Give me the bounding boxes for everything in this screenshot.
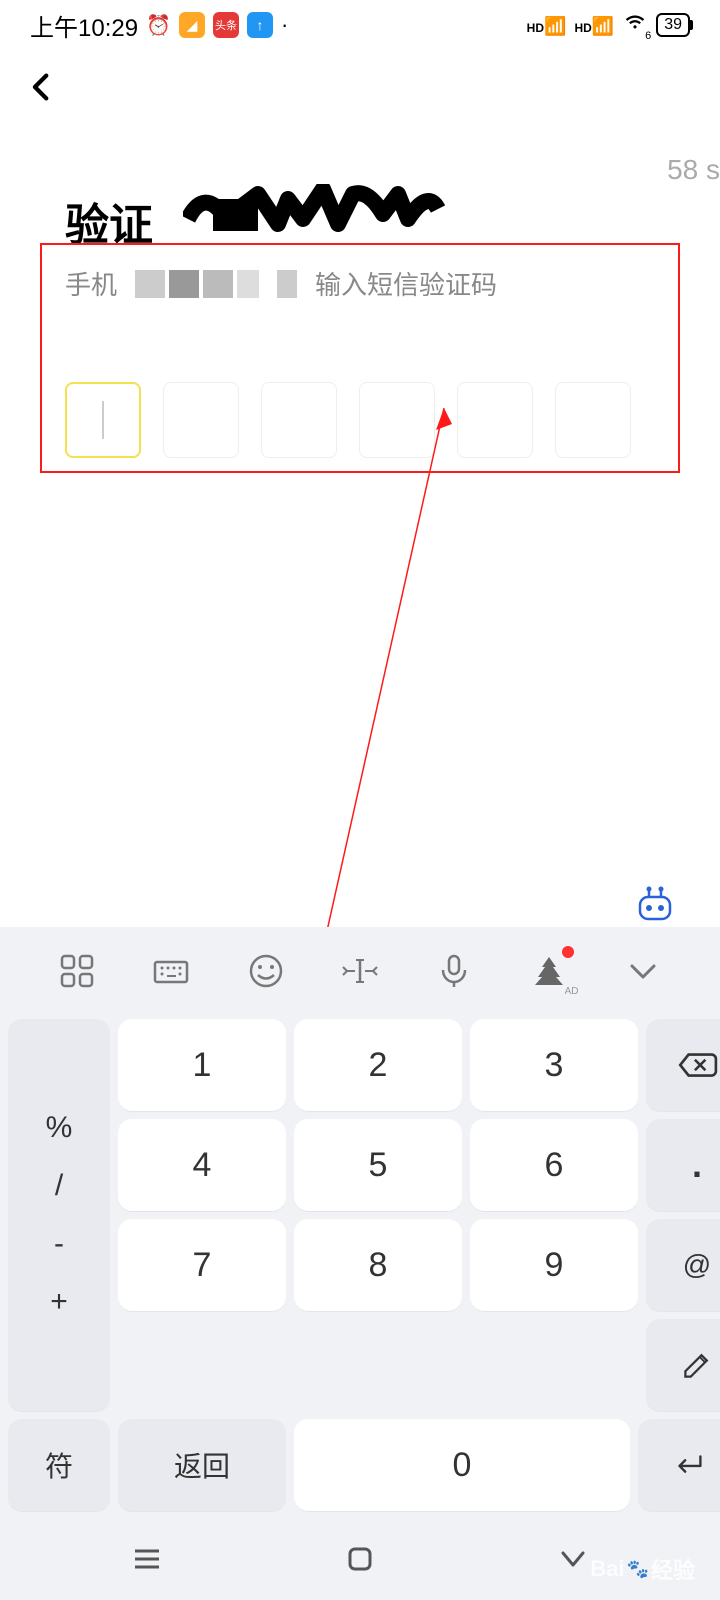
back-button[interactable] xyxy=(25,70,695,109)
status-right: HD📶 HD📶 6 39 xyxy=(527,9,690,41)
annotation-box xyxy=(40,243,680,473)
kb-layout-icon[interactable] xyxy=(55,949,99,993)
kb-key-3[interactable]: 3 xyxy=(470,1019,638,1111)
kb-key-0[interactable]: 0 xyxy=(294,1419,630,1511)
kb-key-edit[interactable] xyxy=(646,1319,720,1411)
watermark: Bai 🐾 经验 xyxy=(590,1553,695,1585)
kb-collapse-icon[interactable] xyxy=(621,949,665,993)
alarm-icon: ⏰ xyxy=(146,13,171,38)
nav-recent[interactable] xyxy=(129,1541,165,1582)
kb-key-6[interactable]: 6 xyxy=(470,1119,638,1211)
kb-cursor-move-icon[interactable] xyxy=(338,949,382,993)
wifi-icon: 6 xyxy=(622,9,648,41)
status-bar: 上午10:29 ⏰ ◢ 头条 ↑ · HD📶 HD📶 6 39 xyxy=(0,0,720,50)
battery-icon: 39 xyxy=(656,13,690,37)
kb-key-percent: % xyxy=(46,1111,73,1145)
notification-dot xyxy=(562,946,574,958)
nav-home[interactable] xyxy=(342,1541,378,1582)
status-left: 上午10:29 ⏰ ◢ 头条 ↑ · xyxy=(30,8,288,43)
hd-signal-2: HD📶 xyxy=(574,12,614,38)
kb-key-4[interactable]: 4 xyxy=(118,1119,286,1211)
kb-key-9[interactable]: 9 xyxy=(470,1219,638,1311)
kb-tree-icon[interactable]: AD xyxy=(527,949,571,993)
kb-key-1[interactable]: 1 xyxy=(118,1019,286,1111)
hd-signal-1: HD📶 xyxy=(527,12,567,38)
status-time: 上午10:29 xyxy=(30,8,138,43)
kb-key-enter[interactable] xyxy=(638,1419,720,1511)
kb-emoji-icon[interactable] xyxy=(244,949,288,993)
kb-key-5[interactable]: 5 xyxy=(294,1119,462,1211)
kb-key-7[interactable]: 7 xyxy=(118,1219,286,1311)
kb-voice-icon[interactable] xyxy=(432,949,476,993)
kb-backspace[interactable] xyxy=(646,1019,720,1111)
keyboard-bottom-row: 符 返回 0 xyxy=(0,1419,720,1519)
app-icon-update: ↑ xyxy=(247,12,273,38)
kb-key-dot[interactable]: . xyxy=(646,1119,720,1211)
keyboard-assistant-icon[interactable] xyxy=(635,885,685,935)
kb-key-slash: / xyxy=(55,1169,63,1203)
nav-back[interactable] xyxy=(555,1541,591,1582)
kb-key-at[interactable]: @ xyxy=(646,1219,720,1311)
kb-key-minus: - xyxy=(54,1227,64,1261)
kb-key-2[interactable]: 2 xyxy=(294,1019,462,1111)
keyboard: AD % / - + 1 2 3 4 5 6 . 7 8 9 @ 符 返回 xyxy=(0,927,720,1600)
app-icon-toutiao: 头条 xyxy=(213,12,239,38)
kb-keyboard-icon[interactable] xyxy=(149,949,193,993)
paw-icon: 🐾 xyxy=(627,1559,649,1580)
title-redaction xyxy=(183,184,453,239)
keyboard-grid: % / - + 1 2 3 4 5 6 . 7 8 9 @ xyxy=(0,1011,720,1419)
countdown-timer: 58 s xyxy=(667,154,720,186)
kb-key-plus: + xyxy=(50,1285,68,1319)
status-dot: · xyxy=(281,12,288,38)
keyboard-toolbar: AD xyxy=(0,927,720,1011)
header-bar xyxy=(0,50,720,129)
kb-symbol-column[interactable]: % / - + xyxy=(8,1019,110,1411)
app-icon-notes: ◢ xyxy=(179,12,205,38)
kb-key-8[interactable]: 8 xyxy=(294,1219,462,1311)
kb-key-symbol[interactable]: 符 xyxy=(8,1419,110,1511)
kb-key-return[interactable]: 返回 xyxy=(118,1419,286,1511)
